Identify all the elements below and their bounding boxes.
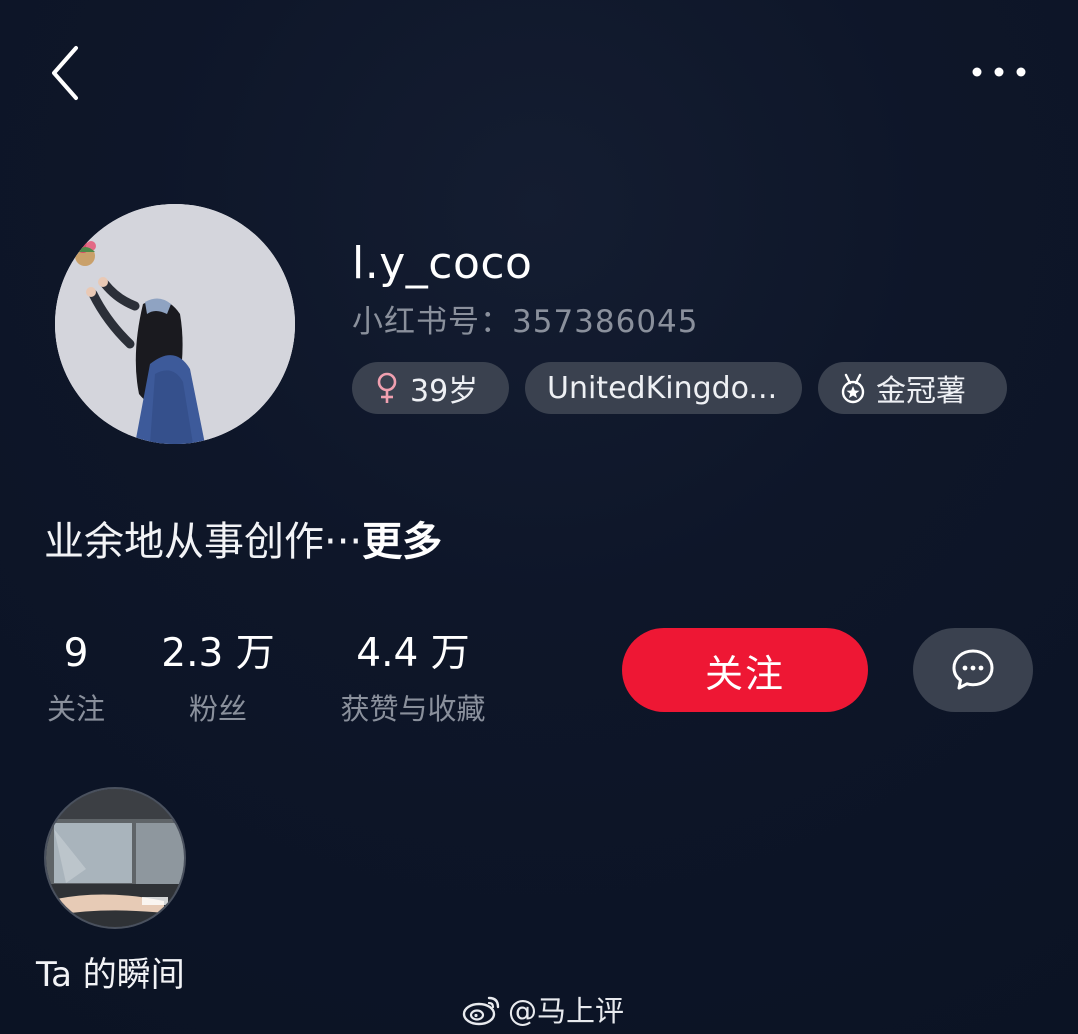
moment-image <box>46 789 184 927</box>
more-dots-icon <box>972 67 1026 77</box>
follow-button[interactable]: 关注 <box>622 628 868 712</box>
moments-label: Ta 的瞬间 <box>36 955 185 995</box>
location-label: UnitedKingdo... <box>547 370 778 406</box>
followers-label: 粉丝 <box>188 692 247 726</box>
following-label: 关注 <box>46 692 105 726</box>
likes-label: 获赞与收藏 <box>340 692 486 726</box>
followers-count: 2.3 万 <box>161 631 275 676</box>
avatar-image <box>55 204 295 444</box>
bio-more-link[interactable]: 更多 <box>362 519 442 565</box>
age-label: 39岁 <box>410 374 479 409</box>
badge-label: 金冠薯 <box>876 374 966 409</box>
rednote-id: 小红书号：357386045 <box>352 304 699 340</box>
chat-bubble-icon <box>952 649 994 690</box>
badge-tag[interactable]: 金冠薯 <box>818 362 1007 414</box>
stat-followers[interactable]: 2.3 万 粉丝 <box>158 628 278 730</box>
back-button[interactable] <box>40 38 100 108</box>
weibo-icon <box>462 996 500 1026</box>
female-icon <box>377 372 397 403</box>
bio: 业余地从事创作···更多 <box>44 514 442 570</box>
likes-count: 4.4 万 <box>356 631 470 676</box>
location-tag: UnitedKingdo... <box>525 362 802 414</box>
chevron-left-icon <box>52 46 78 100</box>
moment-thumbnail[interactable] <box>44 787 186 929</box>
age-tag: 39岁 <box>352 362 509 414</box>
message-button[interactable] <box>913 628 1033 712</box>
stat-likes[interactable]: 4.4 万 获赞与收藏 <box>325 628 501 730</box>
bio-text: 业余地从事创作··· <box>44 519 363 565</box>
following-count: 9 <box>63 631 89 676</box>
watermark-text: @马上评 <box>508 994 625 1028</box>
more-options-button[interactable] <box>964 52 1034 92</box>
medal-icon <box>841 373 865 404</box>
stat-following[interactable]: 9 关注 <box>40 628 112 730</box>
username: l.y_coco <box>352 238 533 289</box>
profile-screen: l.y_coco 小红书号：357386045 39岁 UnitedKingdo… <box>0 0 1078 1034</box>
profile-tags: 39岁 UnitedKingdo... 金冠薯 <box>352 362 1007 414</box>
watermark: @马上评 <box>462 988 624 1030</box>
avatar[interactable] <box>55 204 295 444</box>
